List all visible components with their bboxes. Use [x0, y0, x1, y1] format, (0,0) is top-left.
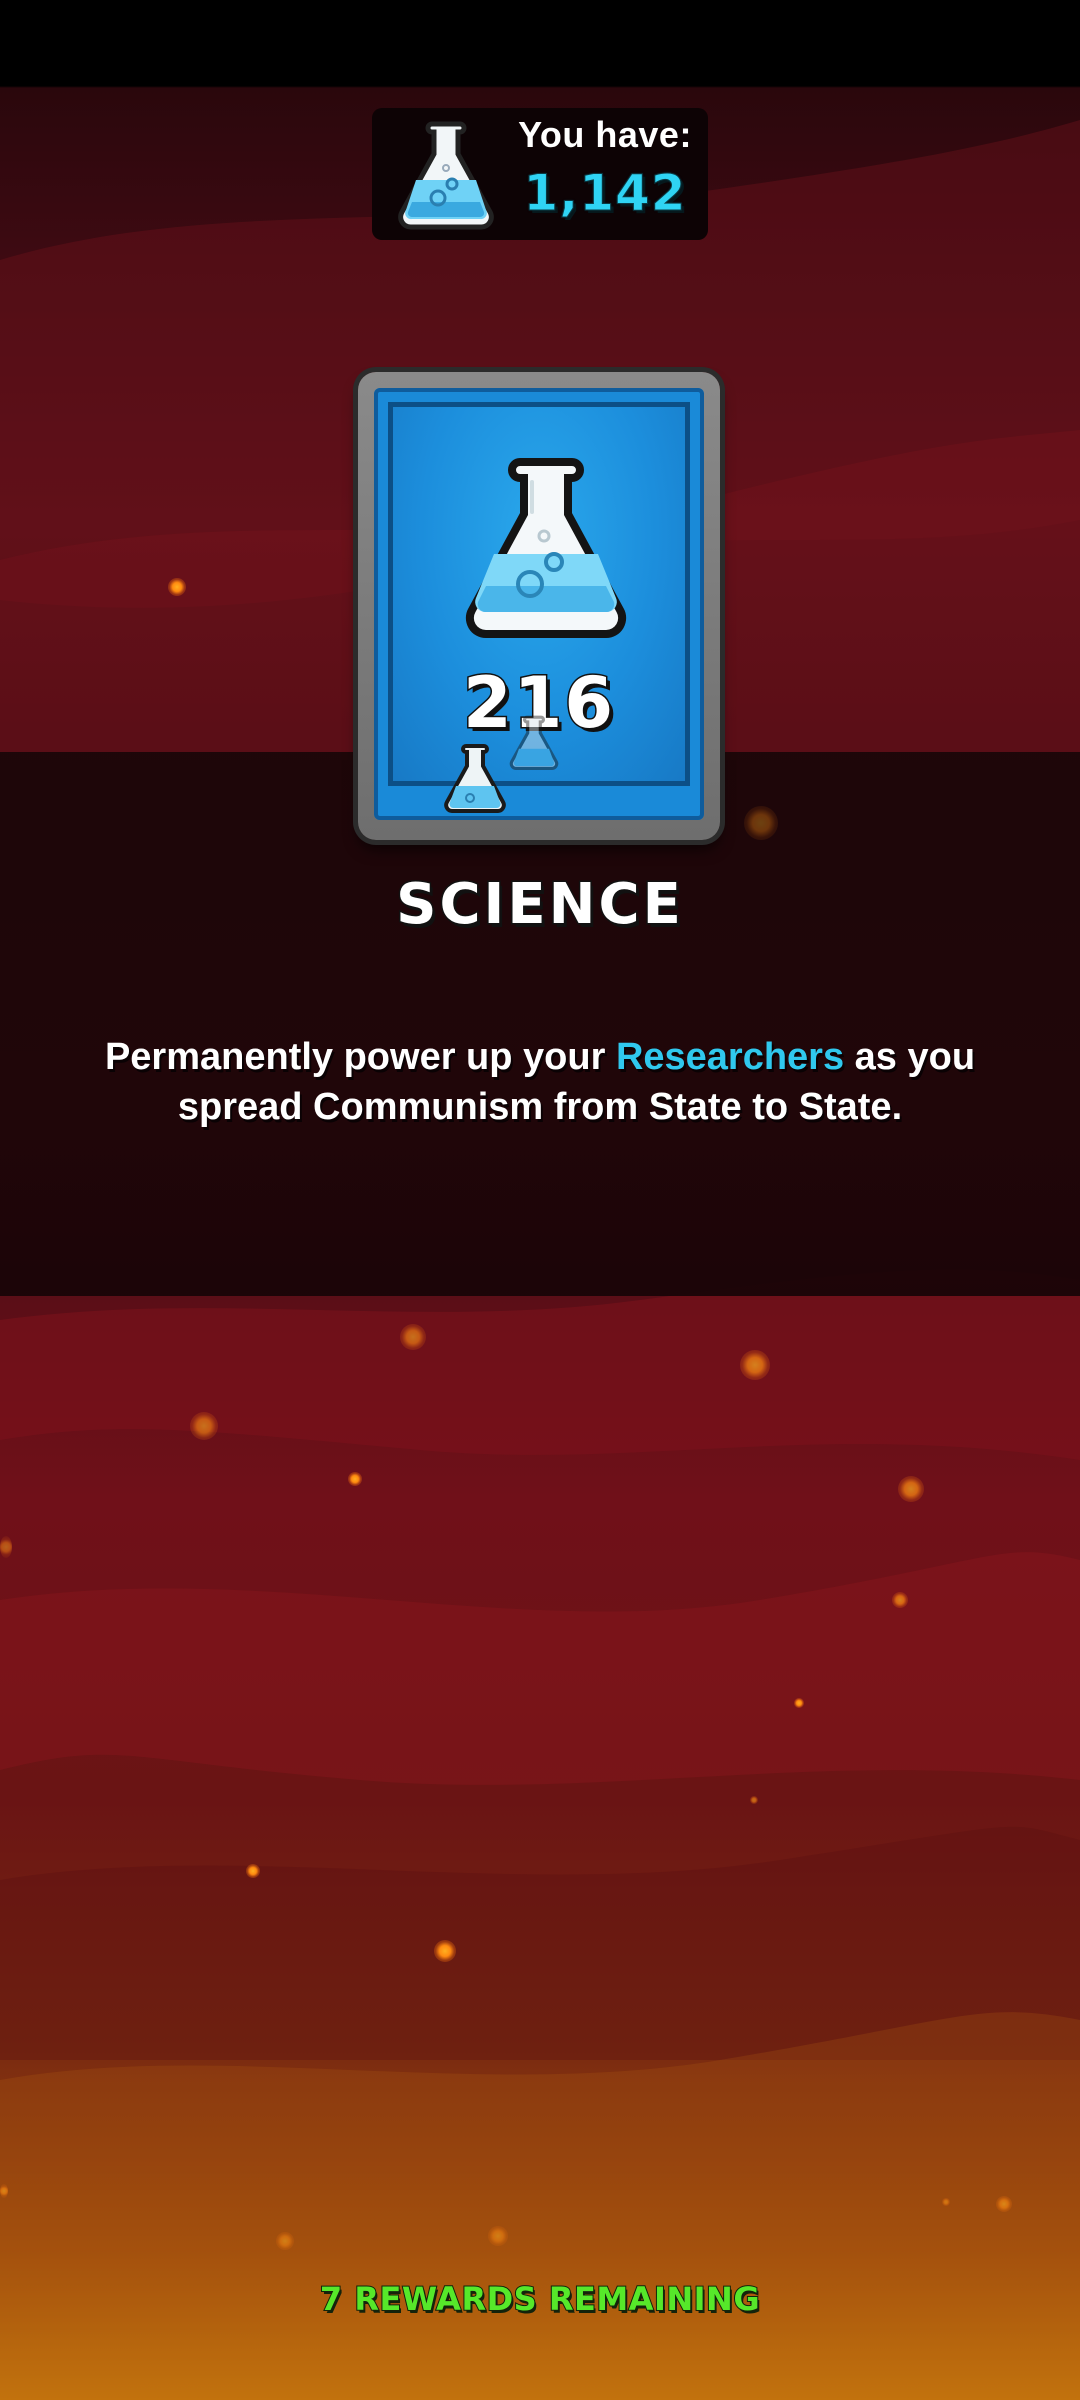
- reward-card[interactable]: 216: [358, 372, 720, 840]
- ember-particle: [740, 1350, 770, 1380]
- ember-particle: [348, 1472, 362, 1486]
- reward-title: SCIENCE: [395, 871, 684, 939]
- currency-label: You have:: [518, 114, 692, 155]
- description-text: Permanently power up your: [104, 1036, 616, 1078]
- rewards-remaining: 7 REWARDS REMAINING: [319, 2279, 761, 2319]
- ember-particle: [0, 2184, 8, 2198]
- ember-particle: [996, 2196, 1012, 2212]
- ember-particle: [276, 2232, 294, 2250]
- ember-particle: [190, 1412, 218, 1440]
- currency-panel: You have: 1,142: [372, 108, 708, 240]
- ember-particle: [898, 1476, 924, 1502]
- ember-particle: [892, 1592, 908, 1608]
- ember-particle: [942, 2198, 950, 2206]
- flask-icon: [444, 744, 506, 813]
- ember-particle: [246, 1864, 260, 1878]
- ember-particle: [0, 1536, 12, 1558]
- ember-particle: [794, 1698, 804, 1708]
- flask-icon: [509, 715, 559, 770]
- reward-description: Permanently power up your Researchers as…: [90, 1032, 990, 1132]
- currency-value: 1,142: [523, 164, 687, 223]
- ember-particle: [434, 1940, 456, 1962]
- ember-particle: [168, 578, 186, 596]
- game-screen[interactable]: You have: 1,142 216 SCIENCE Permanently …: [0, 0, 1080, 2400]
- flask-icon: [465, 458, 627, 639]
- ember-particle: [750, 1796, 758, 1804]
- ember-particle: [400, 1324, 426, 1350]
- flask-icon: [398, 121, 494, 230]
- ember-particle: [744, 806, 778, 840]
- description-highlight: Researchers: [615, 1036, 845, 1078]
- ember-particle: [488, 2226, 508, 2246]
